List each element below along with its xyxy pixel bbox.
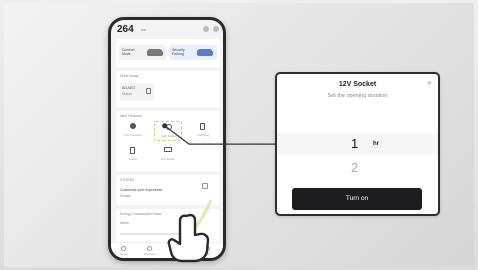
bluetooth-icon[interactable] [203, 26, 209, 32]
socket-icon [166, 124, 172, 130]
tutorial-canvas: 264 km Comfort Mode Security Parking Dri… [4, 3, 474, 267]
security-parking-card[interactable]: Security Parking [169, 45, 217, 60]
drive-image-tile[interactable]: ADJUST Status [120, 83, 154, 101]
drive-image-item: ADJUST [122, 86, 136, 90]
lock-icon [130, 147, 135, 154]
mode-card-row: Comfort Mode Security Parking [116, 39, 220, 67]
stores-title: STORES [120, 178, 135, 182]
home-icon [121, 246, 126, 251]
energy-sub: Week [120, 221, 129, 225]
feature-car-finder[interactable]: Car Finder [154, 145, 182, 165]
trash-icon[interactable] [146, 88, 151, 94]
drive-image-card[interactable]: Drive Image ADJUST Status [116, 71, 220, 107]
drive-image-title: Drive Image [120, 74, 139, 78]
feature-locks[interactable]: Locks [119, 145, 147, 165]
feature-label: 12V Socket [161, 134, 177, 138]
range-status: 264 km [117, 24, 221, 36]
feature-label: Locks [129, 157, 137, 161]
range-value: 264 [117, 24, 134, 35]
picker-unit: hr [373, 141, 379, 147]
dialog-subtitle: Set the opening duration [327, 93, 388, 99]
nav-label: Home [119, 252, 128, 256]
12v-socket-dialog: 12V Socket ✕ Set the opening duration 1 … [275, 72, 440, 216]
feature-charging[interactable]: Charging [189, 121, 217, 141]
feature-label: Tire Pressure [124, 133, 142, 137]
tire-pressure-icon [130, 123, 136, 129]
drive-image-sub: Status [122, 92, 132, 96]
stores-sub: Details [120, 194, 131, 198]
nav-discover[interactable]: Discover [141, 245, 159, 257]
turn-on-button[interactable]: Turn on [292, 188, 422, 210]
close-icon[interactable]: ✕ [427, 80, 432, 87]
discover-icon [147, 246, 152, 251]
dialog-title: 12V Socket [338, 81, 377, 88]
comfort-mode-card[interactable]: Comfort Mode [119, 45, 167, 60]
duration-picker[interactable]: 1 hr 2 [277, 129, 438, 181]
settings-icon[interactable] [213, 26, 219, 32]
security-parking-label: Security Parking [172, 48, 185, 56]
car-icon [197, 49, 213, 56]
car-icon [147, 49, 163, 56]
picker-selected-value[interactable]: 1 [351, 136, 358, 151]
range-unit: km [141, 27, 147, 32]
battery-icon [200, 123, 205, 130]
hand-pointer-icon [167, 213, 210, 263]
picker-next-value[interactable]: 2 [351, 160, 358, 175]
stores-toggle[interactable] [202, 183, 208, 189]
car-finder-icon [164, 147, 172, 152]
feature-label: Charging [196, 133, 210, 137]
comfort-mode-label: Comfort Mode [122, 48, 135, 56]
feature-12v-socket[interactable]: 12V Socket [154, 121, 182, 141]
new-features-card: New Features Tire Pressure 12V Socket Ch… [116, 111, 220, 171]
nav-label: Discover [144, 252, 156, 256]
nav-home[interactable]: Home [115, 245, 133, 257]
feature-label: Car Finder [160, 157, 176, 161]
new-features-title: New Features [120, 114, 142, 118]
energy-title: Energy Consumption Data [120, 212, 162, 216]
feature-tire-pressure[interactable]: Tire Pressure [119, 121, 147, 141]
stores-item: Customize your experience [120, 188, 163, 192]
